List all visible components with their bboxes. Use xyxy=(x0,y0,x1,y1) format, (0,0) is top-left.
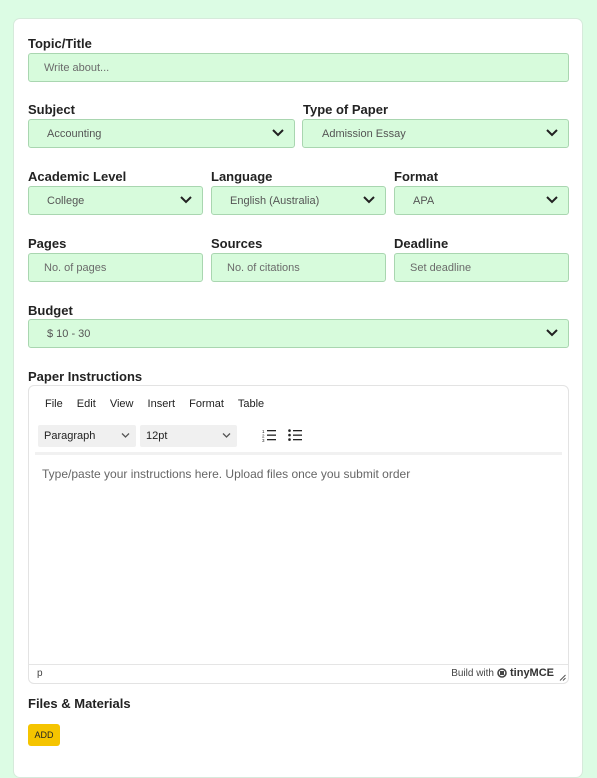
academic-level-label: Academic Level xyxy=(28,169,127,184)
files-label: Files & Materials xyxy=(28,696,131,711)
subject-select[interactable]: Accounting xyxy=(28,119,295,148)
menu-view[interactable]: View xyxy=(110,398,134,410)
academic-level-select[interactable]: College xyxy=(28,186,203,215)
chevron-down-icon xyxy=(222,433,231,438)
chevron-down-icon xyxy=(363,196,375,204)
rich-text-editor[interactable]: File Edit View Insert Format Table Parag… xyxy=(28,385,569,684)
language-label: Language xyxy=(211,169,273,184)
pages-placeholder: No. of pages xyxy=(44,261,107,274)
element-path[interactable]: p xyxy=(37,668,43,679)
pages-input[interactable]: No. of pages xyxy=(28,253,203,282)
topic-label: Topic/Title xyxy=(28,36,92,51)
menu-edit[interactable]: Edit xyxy=(77,398,96,410)
subject-value: Accounting xyxy=(47,127,102,140)
chevron-down-icon xyxy=(546,329,558,337)
deadline-label: Deadline xyxy=(394,236,449,251)
chevron-down-icon xyxy=(272,129,284,137)
subject-label: Subject xyxy=(28,102,75,117)
menu-insert[interactable]: Insert xyxy=(148,398,176,410)
sources-input[interactable]: No. of citations xyxy=(211,253,386,282)
numbered-list-icon[interactable]: 1 2 3 xyxy=(262,428,276,442)
instructions-label: Paper Instructions xyxy=(28,369,143,384)
editor-branding[interactable]: Build with tinyMCE xyxy=(451,667,554,679)
budget-label: Budget xyxy=(28,303,73,318)
svg-text:3: 3 xyxy=(262,438,265,442)
brand-name: tinyMCE xyxy=(510,667,554,679)
language-select[interactable]: English (Australia) xyxy=(211,186,386,215)
editor-statusbar: p Build with tinyMCE xyxy=(29,664,568,683)
type-of-paper-label: Type of Paper xyxy=(303,102,389,117)
format-select[interactable]: APA xyxy=(394,186,569,215)
budget-select[interactable]: $ 10 - 30 xyxy=(28,319,569,348)
type-of-paper-value: Admission Essay xyxy=(322,127,406,140)
type-of-paper-select[interactable]: Admission Essay xyxy=(302,119,569,148)
block-format-select[interactable]: Paragraph xyxy=(38,425,136,447)
topic-input[interactable]: Write about... xyxy=(28,53,569,82)
instructions-placeholder: Type/paste your instructions here. Uploa… xyxy=(42,467,411,481)
add-files-button[interactable]: ADD xyxy=(28,724,60,746)
menu-table[interactable]: Table xyxy=(238,398,264,410)
format-label: Format xyxy=(394,169,439,184)
chevron-down-icon xyxy=(121,433,130,438)
menu-file[interactable]: File xyxy=(45,398,63,410)
deadline-input[interactable]: Set deadline xyxy=(394,253,569,282)
chevron-down-icon xyxy=(546,196,558,204)
format-value: APA xyxy=(413,194,435,207)
chevron-down-icon xyxy=(546,129,558,137)
menu-format[interactable]: Format xyxy=(189,398,224,410)
bulleted-list-icon[interactable] xyxy=(288,428,302,442)
block-format-value: Paragraph xyxy=(44,430,96,442)
deadline-placeholder: Set deadline xyxy=(410,261,472,274)
chevron-down-icon xyxy=(180,196,192,204)
font-size-value: 12pt xyxy=(146,430,168,442)
tinymce-logo-icon xyxy=(497,668,507,678)
sources-placeholder: No. of citations xyxy=(227,261,300,274)
sources-label: Sources xyxy=(211,236,263,251)
font-size-select[interactable]: 12pt xyxy=(140,425,237,447)
resize-handle-icon[interactable] xyxy=(559,674,566,681)
pages-label: Pages xyxy=(28,236,67,251)
topic-placeholder: Write about... xyxy=(44,61,110,74)
editor-menubar: File Edit View Insert Format Table xyxy=(45,398,275,410)
budget-value: $ 10 - 30 xyxy=(47,327,91,340)
toolbar-divider xyxy=(35,452,562,455)
brand-prefix: Build with xyxy=(451,667,494,679)
academic-level-value: College xyxy=(47,194,85,207)
language-value: English (Australia) xyxy=(230,194,320,207)
